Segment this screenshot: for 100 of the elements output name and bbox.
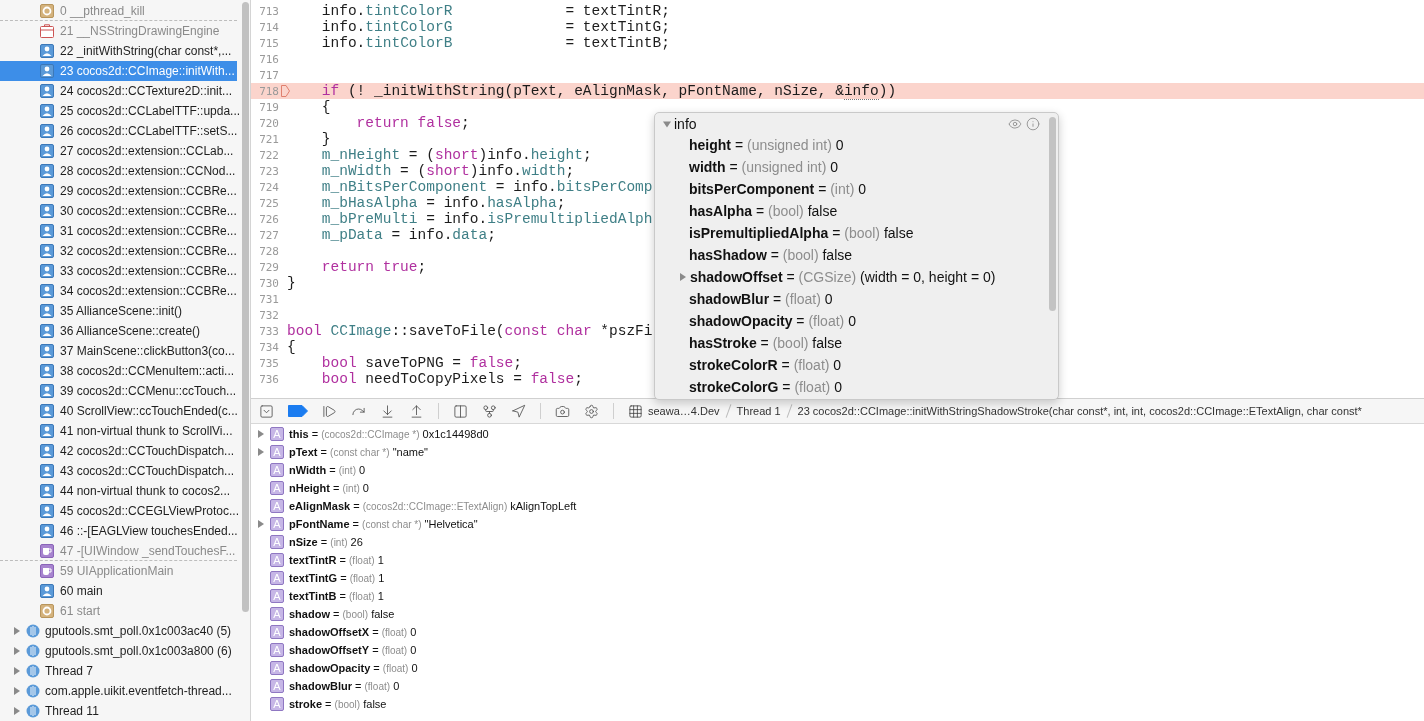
breakpoint-tag-icon[interactable]: [288, 405, 308, 417]
disclosure-triangle-icon[interactable]: [13, 627, 21, 635]
stack-frame[interactable]: 38 cocos2d::CCMenuItem::acti...: [0, 361, 237, 381]
variable-badge: A: [270, 463, 284, 477]
stack-frame[interactable]: 41 non-virtual thunk to ScrollVi...: [0, 421, 237, 441]
briefcase-icon: [40, 24, 54, 38]
variable-badge: A: [270, 481, 284, 495]
person-icon: [40, 144, 54, 158]
disclosure-triangle-icon[interactable]: [13, 647, 21, 655]
line-number: 714: [258, 20, 280, 34]
line-number: 716: [258, 52, 280, 66]
variable-value: strokeColorG = (float) 0: [689, 379, 842, 395]
variable-value: shadowOpacity = (float) 0: [689, 313, 856, 329]
camera-icon[interactable]: [555, 403, 570, 419]
person-icon: [40, 124, 54, 138]
info-icon[interactable]: [1026, 117, 1040, 131]
line-number: 728: [258, 244, 280, 258]
stack-frame[interactable]: 33 cocos2d::extension::CCBRe...: [0, 261, 237, 281]
columns-icon[interactable]: [453, 403, 468, 419]
stack-frame[interactable]: 26 cocos2d::CCLabelTTF::setS...: [0, 121, 237, 141]
thread-label[interactable]: com.apple.uikit.eventfetch-thread...: [45, 684, 232, 698]
code-line: bool CCImage::saveToFile(const char *pszFi: [287, 323, 653, 339]
variable-value: shadow = (bool) false: [289, 608, 395, 620]
stack-frame[interactable]: 22 _initWithString(char const*,...: [0, 41, 237, 61]
disclosure-triangle-icon[interactable]: [13, 667, 21, 675]
stack-frame[interactable]: 28 cocos2d::extension::CCNod...: [0, 161, 237, 181]
stack-frame[interactable]: 35 AllianceScene::init(): [0, 301, 237, 321]
variable-value: textTintB = (float) 1: [289, 590, 384, 602]
breadcrumb[interactable]: seawa…4.Dev: [648, 405, 720, 417]
stack-frame[interactable]: 30 cocos2d::extension::CCBRe...: [0, 201, 237, 221]
variable-value: pText = (const char *) "name": [289, 446, 428, 458]
variable-badge: A: [270, 553, 284, 567]
hide-console-icon[interactable]: [259, 403, 274, 419]
variable-value: shadowBlur = (float) 0: [689, 291, 833, 307]
line-number: 725: [258, 196, 280, 210]
person-icon: [40, 484, 54, 498]
settings-icon[interactable]: [584, 403, 599, 419]
disclosure-triangle-icon[interactable]: [257, 520, 265, 528]
stack-frame[interactable]: 43 cocos2d::CCTouchDispatch...: [0, 461, 237, 481]
code-line: bool needToCopyPixels = false;: [320, 371, 583, 387]
stack-frame[interactable]: 39 cocos2d::CCMenu::ccTouch...: [0, 381, 237, 401]
thread-icon: [26, 704, 40, 718]
step-forward-icon[interactable]: [322, 403, 337, 419]
disclosure-triangle-icon[interactable]: [679, 273, 687, 281]
stack-frame[interactable]: 45 cocos2d::CCEGLViewProtoc...: [0, 501, 237, 521]
code-line: m_pData = info.data;: [320, 227, 496, 243]
line-number: 721: [258, 132, 280, 146]
variable-badge: A: [270, 445, 284, 459]
graph-icon[interactable]: [482, 403, 497, 419]
person-icon: [40, 164, 54, 178]
stack-frame[interactable]: 44 non-virtual thunk to cocos2...: [0, 481, 237, 501]
disclosure-triangle-icon[interactable]: [13, 707, 21, 715]
stack-frame[interactable]: 29 cocos2d::extension::CCBRe...: [0, 181, 237, 201]
variable-value: nSize = (int) 26: [289, 536, 363, 548]
stack-frame[interactable]: 42 cocos2d::CCTouchDispatch...: [0, 441, 237, 461]
stack-frame[interactable]: 24 cocos2d::CCTexture2D::init...: [0, 81, 237, 101]
thread-label[interactable]: Thread 7: [45, 664, 94, 678]
variable-value: shadowOpacity = (float) 0: [289, 662, 418, 674]
location-arrow-icon[interactable]: [511, 403, 526, 419]
stack-frame[interactable]: 34 cocos2d::extension::CCBRe...: [0, 281, 237, 301]
line-number: 736: [258, 372, 280, 386]
stack-frame[interactable]: 36 AllianceScene::create(): [0, 321, 237, 341]
disclosure-triangle-icon[interactable]: [663, 120, 671, 128]
stack-frame[interactable]: 60 main: [0, 581, 237, 601]
line-number: 727: [258, 228, 280, 242]
code-line: bool saveToPNG = false;: [320, 355, 522, 371]
breadcrumb[interactable]: 23 cocos2d::CCImage::initWithStringShadowStroke(char const*, int, int, cocos2d::CCImage::ETextAlign, char const*: [797, 405, 1362, 417]
thread-label[interactable]: gputools.smt_poll.0x1c003a800 (6): [45, 644, 232, 658]
stack-frame[interactable]: 46 ::-[EAGLView touchesEnded...: [0, 521, 237, 541]
stack-frame[interactable]: 40 ScrollView::ccTouchEnded(c...: [0, 401, 237, 421]
variable-value: shadowOffsetY = (float) 0: [289, 644, 417, 656]
variable-value: nHeight = (int) 0: [289, 482, 369, 494]
breadcrumb[interactable]: Thread 1: [736, 405, 781, 417]
eye-icon[interactable]: [1008, 117, 1022, 131]
stack-frame[interactable]: 37 MainScene::clickButton3(co...: [0, 341, 237, 361]
variable-badge: A: [270, 571, 284, 585]
grid-icon: [628, 403, 643, 419]
disclosure-triangle-icon[interactable]: [257, 430, 265, 438]
thread-label[interactable]: Thread 11: [45, 704, 99, 718]
scrollbar-thumb[interactable]: [1048, 117, 1056, 311]
stack-frame[interactable]: 32 cocos2d::extension::CCBRe...: [0, 241, 237, 261]
code-line: }: [320, 131, 331, 147]
scrollbar-thumb[interactable]: [241, 2, 249, 612]
variable-badge: A: [270, 607, 284, 621]
thread-label[interactable]: gputools.smt_poll.0x1c003ac40 (5): [45, 624, 232, 638]
arrow-up-icon[interactable]: [409, 403, 424, 419]
variable-value: hasAlpha = (bool) false: [689, 203, 838, 219]
stack-frame[interactable]: 27 cocos2d::extension::CCLab...: [0, 141, 237, 161]
thread-icon: [26, 684, 40, 698]
disclosure-triangle-icon[interactable]: [13, 687, 21, 695]
variable-value: isPremultipliedAlpha = (bool) false: [689, 225, 914, 241]
stack-frame[interactable]: 25 cocos2d::CCLabelTTF::upda...: [0, 101, 237, 121]
arrow-down-icon[interactable]: [380, 403, 395, 419]
line-number: 713: [258, 4, 280, 18]
person-icon: [40, 264, 54, 278]
gear-icon: [40, 604, 54, 618]
stack-frame[interactable]: 31 cocos2d::extension::CCBRe...: [0, 221, 237, 241]
variable-value: stroke = (bool) false: [289, 698, 387, 710]
variable-value: eAlignMask = (cocos2d::CCImage::ETextAlign) kAlignTopLeft: [289, 500, 577, 512]
disclosure-triangle-icon[interactable]: [257, 448, 265, 456]
